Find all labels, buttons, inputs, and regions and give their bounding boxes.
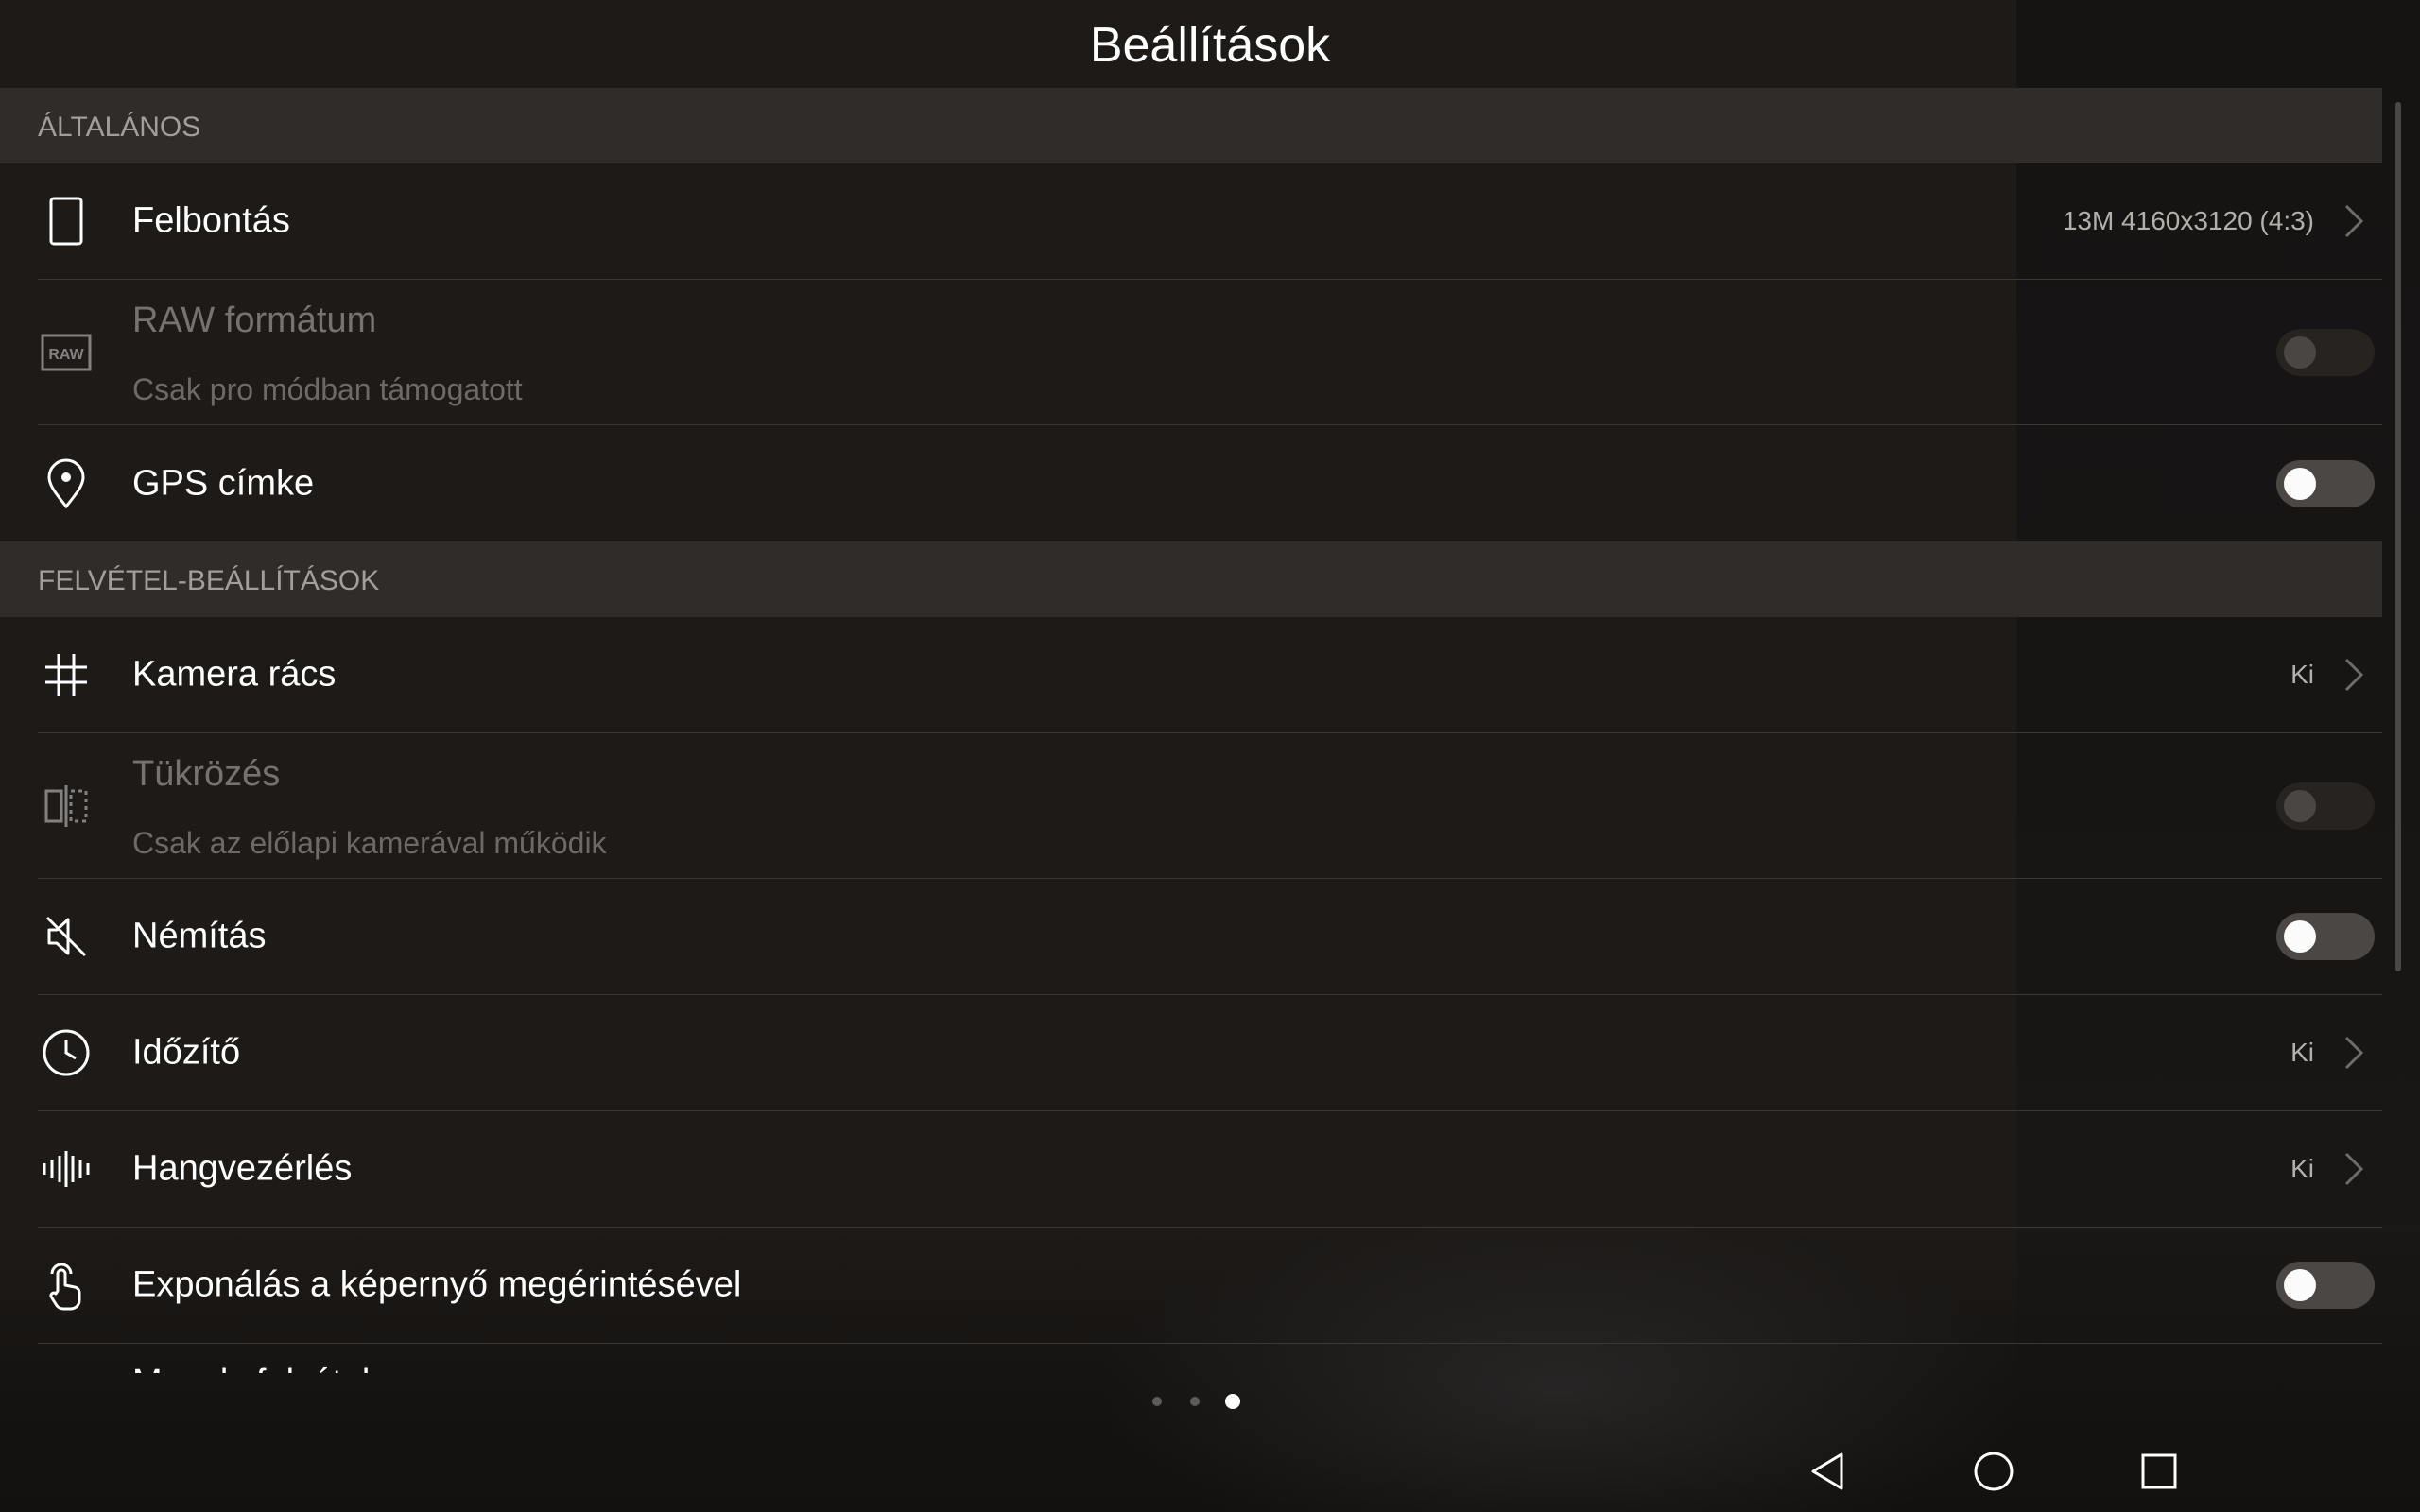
setting-gps-tag[interactable]: GPS címke xyxy=(38,425,2382,541)
setting-label: Némítás xyxy=(132,916,267,956)
toggle-knob xyxy=(2284,1269,2316,1301)
page-indicator xyxy=(1150,1391,1263,1414)
settings-list[interactable]: ÁLTALÁNOS Felbontás 13M 4160x3120 (4:3) … xyxy=(0,88,2382,1373)
setting-camera-grid[interactable]: Kamera rács Ki xyxy=(38,617,2382,733)
setting-label: GPS címke xyxy=(132,463,315,503)
toggle-knob xyxy=(2284,789,2316,822)
chevron-right-icon xyxy=(2337,1032,2371,1074)
gps-tag-toggle[interactable] xyxy=(2276,459,2375,507)
page-dot xyxy=(1152,1397,1162,1406)
recents-square-icon[interactable] xyxy=(2123,1435,2195,1507)
location-pin-icon xyxy=(38,455,95,512)
grid-icon xyxy=(38,646,95,703)
setting-label: Kamera rács xyxy=(132,654,337,695)
toggle-knob xyxy=(2284,335,2316,369)
touch-hand-icon xyxy=(38,1257,95,1314)
timer-clock-icon xyxy=(38,1024,95,1081)
setting-value: Ki xyxy=(2290,660,2314,689)
setting-touch-capture[interactable]: Exponálás a képernyő megérintésével xyxy=(38,1228,2382,1344)
setting-smile-capture[interactable]: Mosoly felvétele xyxy=(38,1344,2382,1373)
raw-format-icon: RAW xyxy=(38,324,95,381)
mirror-icon xyxy=(38,778,95,834)
list-scrollbar[interactable] xyxy=(2395,102,2401,971)
home-circle-icon[interactable] xyxy=(1958,1435,2030,1507)
setting-description: Csak pro módban támogatott xyxy=(132,372,523,406)
chevron-right-icon xyxy=(2337,1148,2371,1190)
raw-format-toggle xyxy=(2276,328,2375,376)
sound-wave-icon xyxy=(38,1141,95,1197)
setting-timer[interactable]: Időzítő Ki xyxy=(38,995,2382,1111)
setting-label: Felbontás xyxy=(132,200,290,241)
setting-label: Hangvezérlés xyxy=(132,1148,353,1189)
section-header-capture: FELVÉTEL-BEÁLLÍTÁSOK xyxy=(0,541,2382,617)
toggle-knob xyxy=(2284,920,2316,953)
raw-icon-text: RAW xyxy=(48,347,84,363)
setting-description: Csak az előlapi kamerával működik xyxy=(132,826,607,860)
page-dot-active xyxy=(1225,1394,1240,1409)
setting-value: 13M 4160x3120 (4:3) xyxy=(2062,206,2314,235)
mirror-toggle xyxy=(2276,782,2375,830)
phone-portrait-icon xyxy=(38,193,95,249)
setting-mute[interactable]: Némítás xyxy=(38,879,2382,995)
back-triangle-icon[interactable] xyxy=(1792,1435,1864,1507)
setting-raw-format: RAW RAW formátum Csak pro módban támogat… xyxy=(38,280,2382,425)
mute-toggle[interactable] xyxy=(2276,913,2375,960)
setting-label: Időzítő xyxy=(132,1032,241,1073)
setting-value: Ki xyxy=(2290,1154,2314,1183)
setting-label: Exponálás a képernyő megérintésével xyxy=(132,1264,742,1305)
page-dot xyxy=(1190,1397,1200,1406)
setting-label: RAW formátum xyxy=(132,301,377,340)
setting-value: Ki xyxy=(2290,1038,2314,1067)
setting-resolution[interactable]: Felbontás 13M 4160x3120 (4:3) xyxy=(38,163,2382,280)
setting-label: Tükrözés xyxy=(132,754,281,794)
chevron-right-icon xyxy=(2337,654,2371,696)
mute-icon xyxy=(38,908,95,965)
setting-mirror: Tükrözés Csak az előlapi kamerával működ… xyxy=(38,733,2382,879)
setting-label: Mosoly felvétele xyxy=(132,1363,389,1373)
toggle-knob xyxy=(2284,467,2316,500)
system-navigation-bar xyxy=(0,1432,2420,1512)
page-title: Beállítások xyxy=(1089,18,1331,73)
section-header-general: ÁLTALÁNOS xyxy=(0,88,2382,163)
setting-audio-control[interactable]: Hangvezérlés Ki xyxy=(38,1111,2382,1228)
chevron-right-icon xyxy=(2337,200,2371,242)
touch-capture-toggle[interactable] xyxy=(2276,1262,2375,1309)
